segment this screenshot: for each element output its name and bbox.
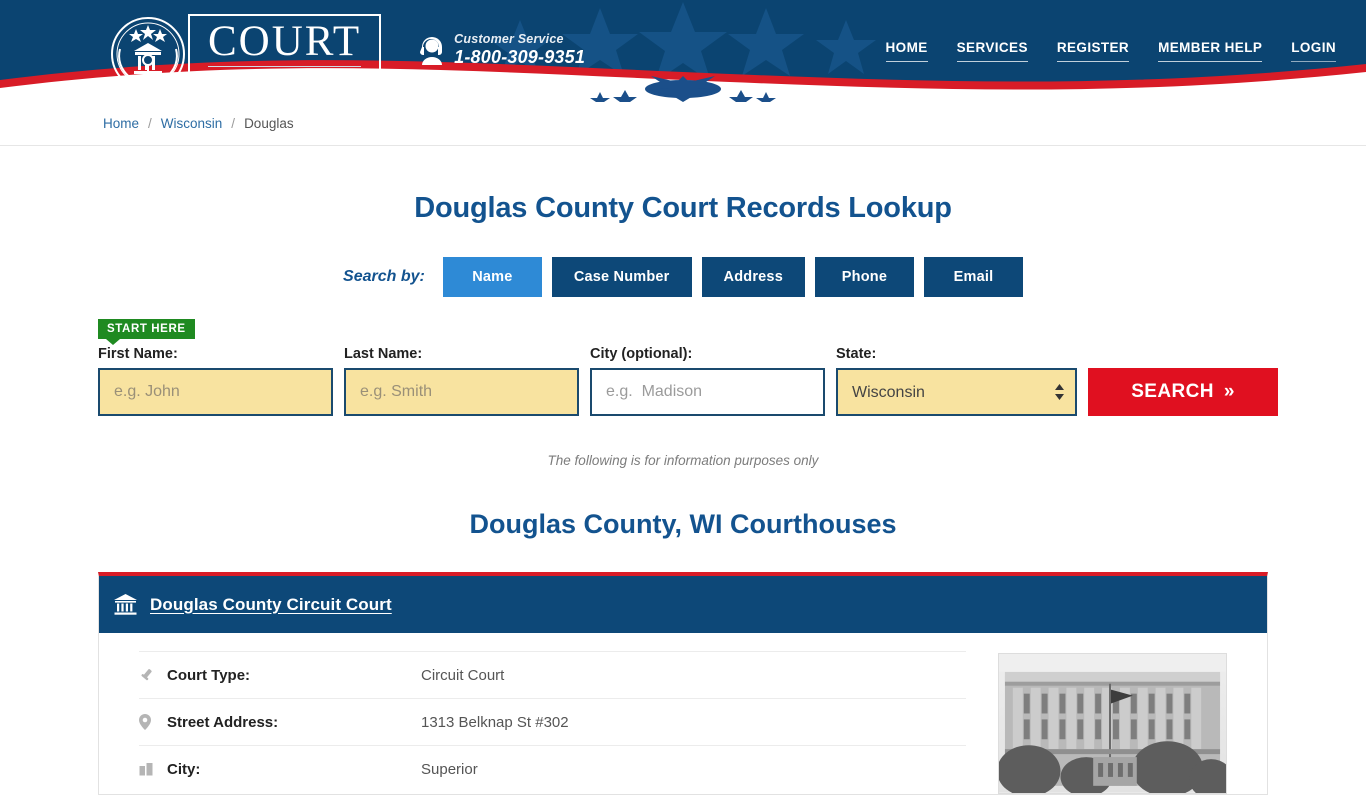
nav-item-home[interactable]: HOME: [885, 40, 928, 62]
headset-support-icon: [420, 37, 443, 65]
nav-item-services[interactable]: SERVICES: [956, 40, 1028, 62]
tab-address[interactable]: Address: [701, 257, 805, 297]
last-name-input[interactable]: [344, 368, 579, 416]
tab-name[interactable]: Name: [442, 257, 542, 297]
city-field-group: City (optional):: [590, 346, 825, 416]
search-by-label: Search by:: [343, 268, 425, 285]
search-by-tabs: Search by: Name Case Number Address Phon…: [0, 257, 1366, 297]
main-navigation: HOME SERVICES REGISTER MEMBER HELP LOGIN: [885, 40, 1336, 62]
site-header: COURT CASE FINDER Customer Service 1-800…: [0, 0, 1366, 102]
tab-case-number[interactable]: Case Number: [551, 257, 692, 297]
breadcrumb: Home / Wisconsin / Douglas: [0, 102, 1366, 146]
city-icon: [139, 762, 167, 776]
search-button[interactable]: SEARCH »: [1088, 368, 1278, 416]
city-input[interactable]: [590, 368, 825, 416]
customer-service-label: Customer Service: [454, 32, 564, 46]
state-label: State:: [836, 346, 877, 362]
detail-value-city: Superior: [421, 760, 478, 778]
court-card-header[interactable]: Douglas County Circuit Court: [99, 576, 1267, 633]
detail-value-street-address: 1313 Belknap St #302: [421, 713, 569, 731]
state-select[interactable]: Wisconsin: [836, 368, 1077, 416]
detail-value-court-type: Circuit Court: [421, 666, 505, 684]
city-label: City (optional):: [590, 346, 693, 362]
courthouse-photo-wrap: [998, 653, 1227, 794]
court-card-title[interactable]: Douglas County Circuit Court: [150, 595, 392, 615]
breadcrumb-item-home[interactable]: Home: [103, 116, 139, 131]
last-name-label: Last Name:: [344, 346, 423, 362]
disclaimer-text: The following is for information purpose…: [547, 453, 819, 468]
court-seal-icon: [111, 17, 185, 92]
nav-item-login[interactable]: LOGIN: [1291, 40, 1336, 62]
bank-courthouse-icon: [114, 594, 137, 615]
start-here-badge: START HERE: [98, 319, 195, 345]
tab-phone[interactable]: Phone: [814, 257, 914, 297]
first-name-input[interactable]: [98, 368, 333, 416]
breadcrumb-item-douglas: Douglas: [244, 116, 294, 131]
search-button-label: SEARCH: [1131, 381, 1214, 402]
breadcrumb-separator: /: [148, 116, 152, 131]
court-card: Douglas County Circuit Court Court Type:…: [98, 572, 1268, 795]
detail-row-court-type: Court Type: Circuit Court: [139, 651, 966, 698]
courthouse-photo: [998, 653, 1227, 794]
breadcrumb-separator: /: [231, 116, 236, 131]
state-field-group: State: Wisconsin: [836, 346, 1077, 416]
map-pin-icon: [139, 714, 167, 730]
first-name-label: First Name:: [98, 346, 178, 362]
nav-item-register[interactable]: REGISTER: [1056, 40, 1130, 62]
section-title-courthouses: Douglas County, WI Courthouses: [469, 509, 897, 539]
gavel-icon: [139, 668, 167, 683]
detail-row-street-address: Street Address: 1313 Belknap St #302: [139, 698, 966, 745]
site-logo[interactable]: COURT CASE FINDER: [100, 14, 382, 95]
page-title: Douglas County Court Records Lookup: [414, 192, 952, 224]
detail-label-city: City:: [167, 760, 201, 778]
logo-main-text: COURT: [208, 18, 362, 65]
first-name-field-group: First Name:: [98, 346, 333, 416]
search-form: START HERE First Name: Last Name: City (…: [0, 319, 1366, 416]
detail-label-street-address: Street Address:: [167, 713, 279, 731]
tab-email[interactable]: Email: [923, 257, 1023, 297]
court-detail-list: Court Type: Circuit Court Street Address…: [139, 651, 966, 794]
detail-row-city: City: Superior: [139, 745, 966, 792]
logo-sub-text: CASE FINDER: [208, 66, 362, 85]
customer-service-phone[interactable]: 1-800-309-9351: [454, 47, 585, 68]
customer-service-block[interactable]: Customer Service 1-800-309-9351: [419, 32, 585, 68]
last-name-field-group: Last Name:: [344, 346, 579, 416]
breadcrumb-item-wisconsin[interactable]: Wisconsin: [161, 116, 223, 131]
detail-label-court-type: Court Type:: [167, 666, 251, 684]
double-chevron-right-icon: »: [1223, 381, 1235, 402]
nav-item-member-help[interactable]: MEMBER HELP: [1158, 40, 1263, 62]
